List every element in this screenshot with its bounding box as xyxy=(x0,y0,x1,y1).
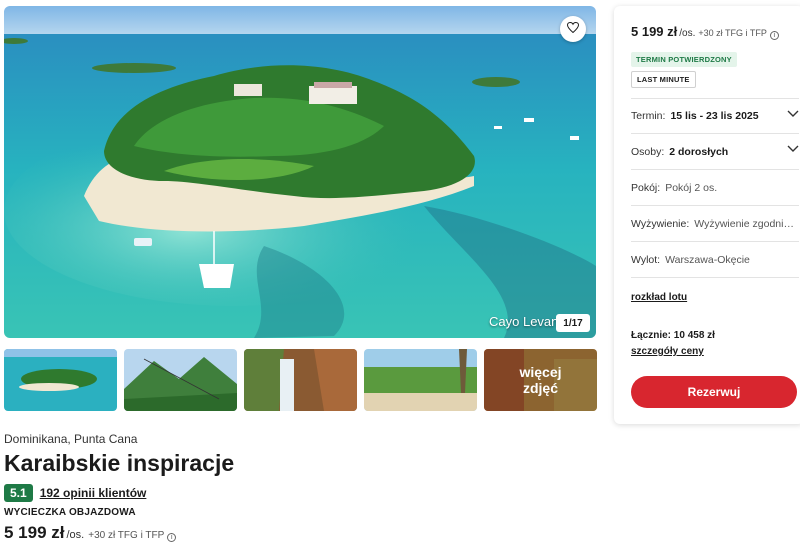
thumbnail-4[interactable] xyxy=(364,349,477,411)
last-minute-badge: LAST MINUTE xyxy=(631,71,696,88)
offer-price: 5 199 zł /os. +30 zł TFG i TFP i xyxy=(4,523,177,542)
persons-label: Osoby: xyxy=(631,145,665,158)
price-amount: 5 199 zł xyxy=(4,523,65,542)
reviews-link[interactable]: 192 opinii klientów xyxy=(40,486,147,500)
panel-price-per-person: /os. xyxy=(679,28,696,39)
board-label: Wyżywienie: xyxy=(631,217,690,230)
rating-row: 5.1 192 opinii klientów xyxy=(4,484,146,502)
total-price: Łącznie: 10 458 zł xyxy=(631,330,715,341)
room-label: Pokój: xyxy=(631,181,661,194)
location: Dominikana, Punta Cana xyxy=(4,432,138,446)
term-confirmed-badge: TERMIN POTWIERDZONY xyxy=(631,52,737,67)
board-row: Wyżywienie: Wyżywienie zgodnie z program… xyxy=(631,206,799,242)
chevron-down-icon xyxy=(787,109,799,121)
departure-label: Wylot: xyxy=(631,253,661,266)
thumbnail-more[interactable]: więcej zdjęć xyxy=(484,349,597,411)
offer-title: Karaibskie inspiracje xyxy=(4,450,235,476)
booking-panel: 5 199 zł /os. +30 zł TFG i TFP i TERMIN … xyxy=(614,6,800,424)
flight-schedule-link[interactable]: rozkład lotu xyxy=(631,292,687,303)
more-photos-label: więcej zdjęć xyxy=(484,349,597,411)
rating-badge: 5.1 xyxy=(4,484,33,502)
photo-counter: 1/17 xyxy=(556,314,590,332)
board-value: Wyżywienie zgodnie z programem xyxy=(694,217,799,230)
panel-price: 5 199 zł /os. +30 zł TFG i TFP i xyxy=(631,24,779,40)
persons-selector[interactable]: Osoby: 2 dorosłych xyxy=(631,134,799,170)
island-thumbnail-photo xyxy=(4,349,117,411)
heart-icon xyxy=(566,20,580,38)
thumbnail-3[interactable] xyxy=(244,349,357,411)
price-per-person: /os. xyxy=(66,529,85,541)
path-thumbnail-photo xyxy=(364,349,477,411)
thumbnail-strip: więcej zdjęć xyxy=(4,349,597,411)
term-value: 15 lis - 23 lis 2025 xyxy=(670,110,759,122)
term-selector[interactable]: Termin: 15 lis - 23 lis 2025 xyxy=(631,98,799,134)
price-details-link[interactable]: szczegóły ceny xyxy=(631,346,704,357)
tour-type: WYCIECZKA OBJAZDOWA xyxy=(4,507,136,518)
info-icon[interactable]: i xyxy=(167,533,177,542)
reserve-button[interactable]: Rezerwuj xyxy=(631,376,797,408)
thumbnail-2[interactable] xyxy=(124,349,237,411)
price-fees: +30 zł TFG i TFP xyxy=(88,530,165,541)
thumbnail-1[interactable] xyxy=(4,349,117,411)
departure-value: Warszawa-Okęcie xyxy=(665,253,750,266)
persons-value: 2 dorosłych xyxy=(669,145,729,158)
panel-price-amount: 5 199 zł xyxy=(631,24,678,39)
mountain-thumbnail-photo xyxy=(124,349,237,411)
room-value: Pokój 2 os. xyxy=(665,181,718,194)
term-label: Termin: xyxy=(631,110,666,122)
main-photo[interactable] xyxy=(4,6,596,338)
island-aerial-photo xyxy=(4,6,596,338)
departure-row: Wylot: Warszawa-Okęcie xyxy=(631,242,799,278)
room-row: Pokój: Pokój 2 os. xyxy=(631,170,799,206)
waterfall-thumbnail-photo xyxy=(244,349,357,411)
info-icon[interactable]: i xyxy=(769,31,779,40)
favorite-button[interactable] xyxy=(560,16,586,42)
panel-price-fees: +30 zł TFG i TFP xyxy=(698,28,767,38)
chevron-down-icon xyxy=(787,144,799,156)
